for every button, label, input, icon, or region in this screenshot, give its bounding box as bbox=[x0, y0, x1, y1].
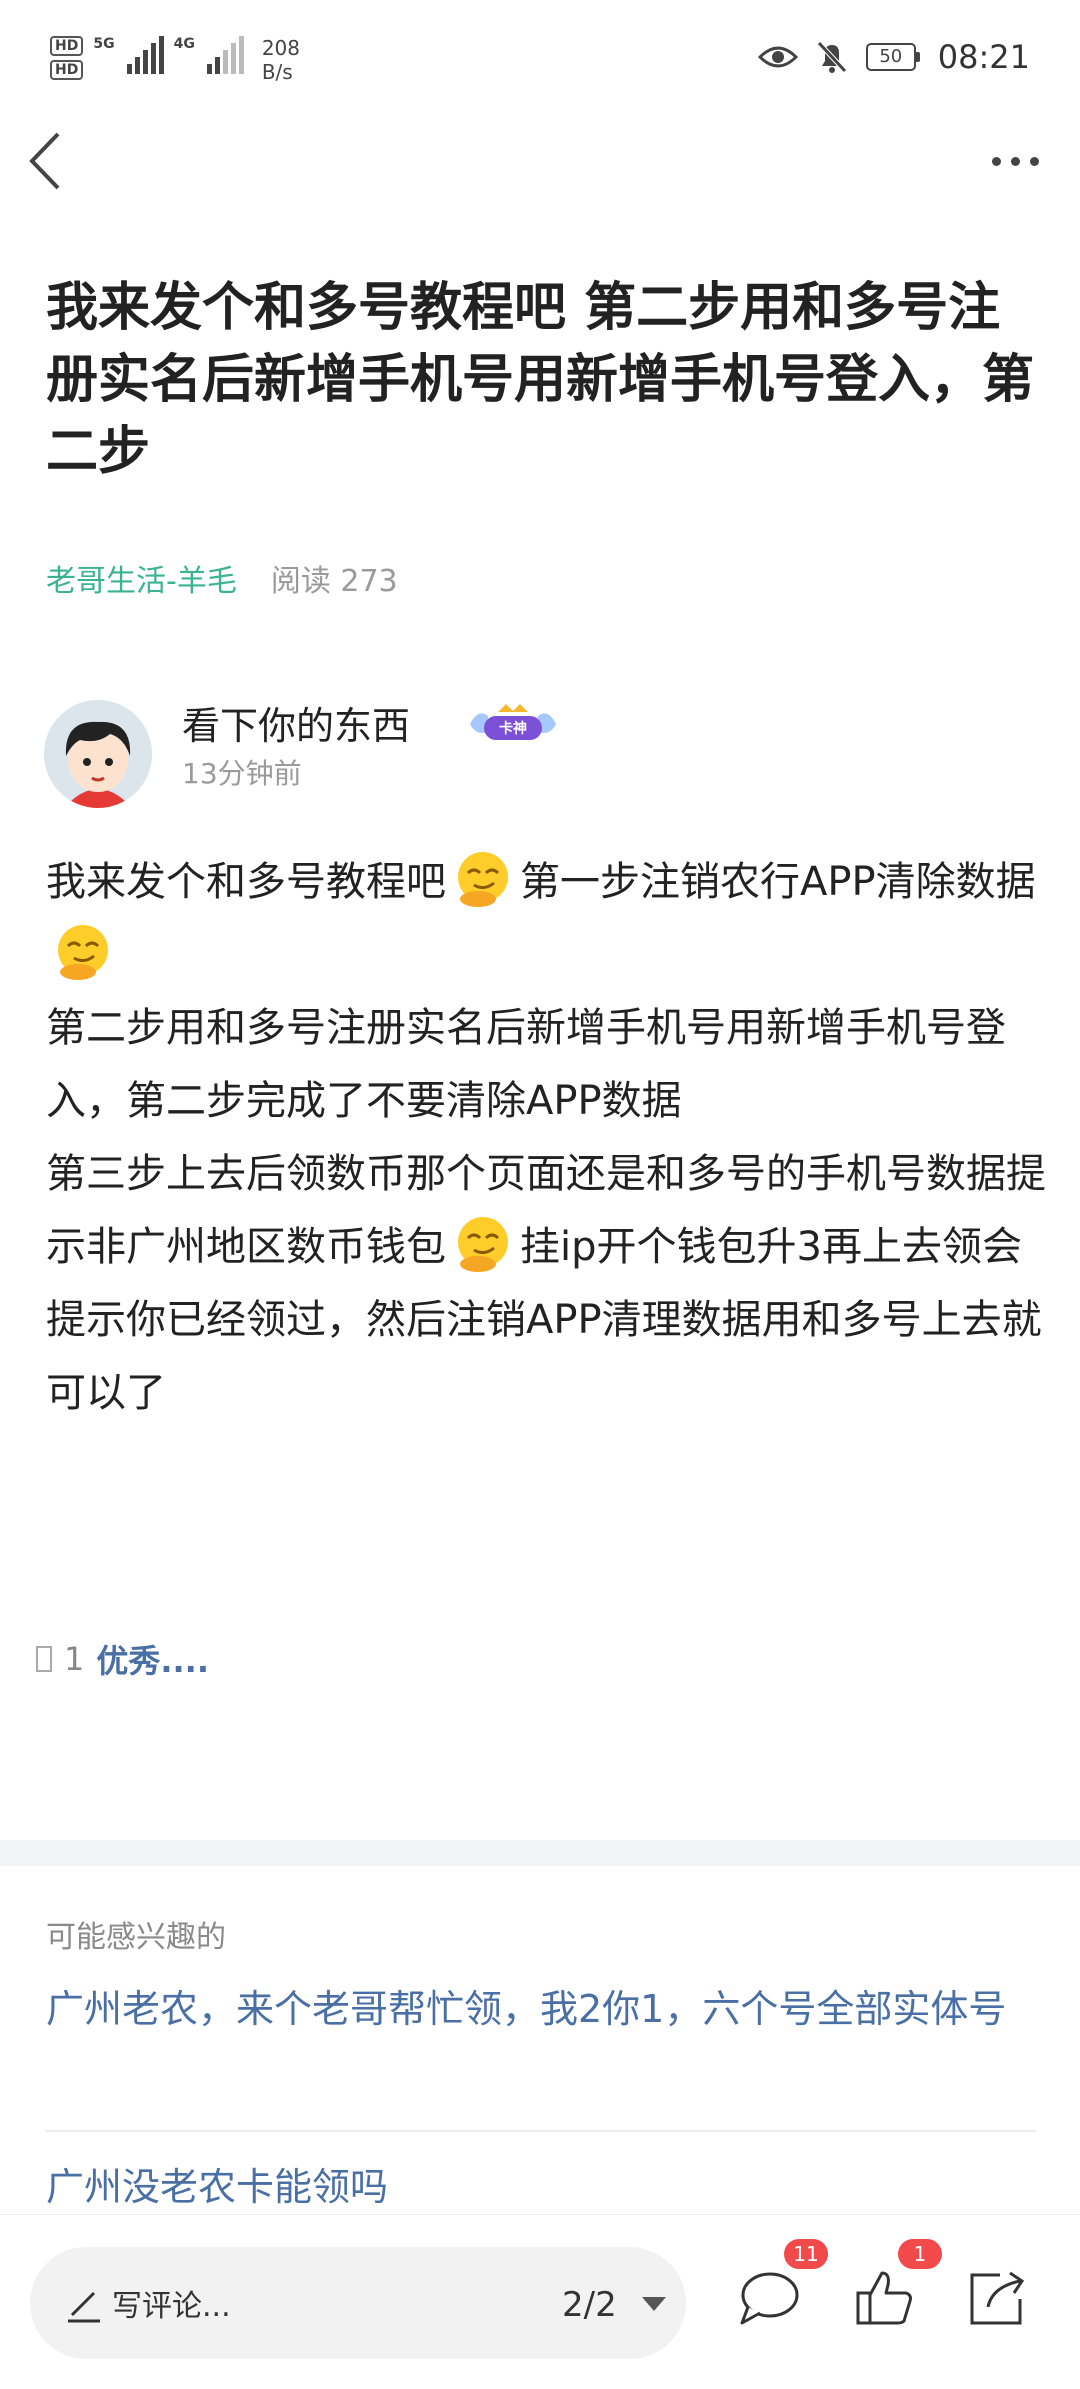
bottom-bar: 写评论... 2/2 11 1 bbox=[0, 2214, 1080, 2389]
comment-input[interactable]: 写评论... 2/2 bbox=[30, 2247, 686, 2359]
bell-muted-icon bbox=[816, 41, 847, 73]
post-paragraph: 第二步用和多号注册实名后新增手机号用新增手机号登入，第二步完成了不要清除APP数… bbox=[46, 1005, 1006, 1124]
article-meta: 老哥生活-羊毛 阅读 273 bbox=[46, 556, 398, 600]
divider bbox=[46, 2130, 1036, 2132]
card-god-badge-icon: 卡神 bbox=[470, 704, 556, 740]
eye-icon bbox=[757, 46, 798, 68]
likes-label: 优秀.... bbox=[96, 1642, 209, 1680]
section-divider bbox=[0, 1840, 1080, 1866]
network-type: 5G bbox=[93, 36, 115, 52]
recommend-heading: 可能感兴趣的 bbox=[46, 1920, 226, 1955]
share-button[interactable] bbox=[964, 2265, 1030, 2331]
status-left: HD HD 5G 4G 208 B/s bbox=[50, 36, 300, 84]
likes-row[interactable]: 1 优秀.... bbox=[36, 1636, 209, 1682]
smirk-emoji-icon bbox=[58, 925, 108, 980]
more-dot bbox=[1011, 156, 1020, 166]
hd-indicator: HD bbox=[50, 60, 84, 80]
avatar-image bbox=[44, 700, 152, 808]
more-options-button[interactable] bbox=[992, 148, 1052, 174]
smirk-emoji-icon bbox=[458, 1217, 508, 1272]
clock: 08:21 bbox=[937, 38, 1030, 76]
status-bar: HD HD 5G 4G 208 B/s 50 08:21 bbox=[0, 0, 1080, 120]
post-time: 13分钟前 bbox=[182, 757, 302, 790]
caret-down-icon[interactable] bbox=[642, 2297, 666, 2311]
thumb-up-icon bbox=[856, 2271, 912, 2325]
like-button[interactable] bbox=[852, 2265, 918, 2331]
likes-count: 1 bbox=[64, 1640, 85, 1678]
back-button[interactable] bbox=[22, 128, 72, 194]
post-content: 我来发个和多号教程吧 第一步注销农行APP清除数据 第二步用和多号注册实名后新增… bbox=[46, 846, 1046, 1430]
comment-bubble-icon bbox=[740, 2272, 799, 2325]
status-right: 50 08:21 bbox=[757, 38, 1030, 76]
author-name[interactable]: 看下你的东西 bbox=[182, 695, 410, 750]
comments-button[interactable] bbox=[736, 2265, 802, 2331]
network-type: 4G bbox=[173, 36, 195, 52]
page-indicator[interactable]: 2/2 bbox=[562, 2285, 617, 2325]
article-title: 我来发个和多号教程吧 第二步用和多号注册实名后新增手机号用新增手机号登入，第二步 bbox=[46, 278, 1035, 482]
comment-placeholder: 写评论... bbox=[112, 2289, 231, 2324]
thumb-up-icon bbox=[36, 1646, 52, 1672]
avatar[interactable] bbox=[44, 700, 152, 808]
more-dot bbox=[1030, 156, 1039, 166]
comment-count-badge: 11 bbox=[784, 2239, 828, 2269]
post-paragraph: 第三步上去后领数币那个页面还是和多号的手机号数据提示非广州地区数币钱包 挂ip开… bbox=[46, 1151, 1046, 1416]
signal-icon bbox=[126, 36, 164, 74]
like-count-badge: 1 bbox=[898, 2239, 942, 2269]
network-speed: 208 B/s bbox=[261, 36, 300, 84]
smirk-emoji-icon bbox=[458, 852, 508, 907]
source-link[interactable]: 老哥生活-羊毛 bbox=[46, 556, 237, 600]
share-icon bbox=[970, 2271, 1025, 2325]
recommend-item[interactable]: 广州没老农卡能领吗 bbox=[46, 2156, 388, 2218]
battery-icon: 50 bbox=[865, 43, 920, 71]
post-paragraph: 我来发个和多号教程吧 第一步注销农行APP清除数据 bbox=[46, 846, 1046, 992]
more-dot bbox=[992, 156, 1001, 166]
chevron-left-icon bbox=[29, 132, 60, 190]
hd-indicator: HD bbox=[50, 36, 84, 56]
signal-icon bbox=[206, 36, 244, 74]
svg-text:卡神: 卡神 bbox=[499, 720, 527, 737]
recommend-item[interactable]: 广州老农，来个老哥帮忙领，我2你1，六个号全部实体号 bbox=[46, 1978, 1036, 2040]
read-count: 阅读 273 bbox=[270, 564, 398, 599]
pencil-icon bbox=[68, 2291, 100, 2323]
